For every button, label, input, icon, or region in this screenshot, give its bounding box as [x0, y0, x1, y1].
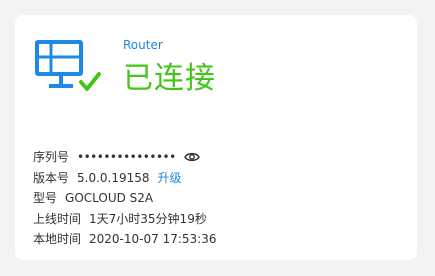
serial-value: •••••••••••••••	[77, 150, 176, 164]
version-value: 5.0.0.19158	[77, 170, 150, 185]
uptime-row: 上线时间 1天7小时35分钟19秒	[33, 209, 403, 230]
version-label: 版本号	[33, 170, 70, 185]
model-label: 型号	[33, 191, 58, 205]
uptime-label: 上线时间	[33, 211, 82, 226]
device-type-label: Router	[123, 38, 163, 52]
eye-icon[interactable]	[183, 151, 200, 163]
serial-row: 序列号 •••••••••••••••	[33, 147, 403, 168]
connection-status: 已连接	[123, 61, 216, 96]
check-icon	[79, 72, 101, 91]
version-row: 版本号 5.0.0.19158 升级	[33, 168, 403, 189]
serial-label: 序列号	[33, 150, 70, 164]
local-time-row: 本地时间 2020-10-07 17:53:36	[33, 229, 403, 250]
local-time-value: 2020-10-07 17:53:36	[89, 232, 217, 246]
router-icon	[35, 40, 101, 91]
device-card: Router 已连接 序列号 ••••••••••••••• 版本号 5.0.0…	[15, 15, 417, 260]
uptime-value: 1天7小时35分钟19秒	[89, 211, 207, 226]
device-info: 序列号 ••••••••••••••• 版本号 5.0.0.19158 升级 型…	[33, 147, 403, 250]
model-value: GOCLOUD S2A	[65, 191, 154, 205]
model-row: 型号 GOCLOUD S2A	[33, 188, 403, 209]
local-time-label: 本地时间	[33, 232, 82, 246]
upgrade-link[interactable]: 升级	[158, 168, 182, 189]
